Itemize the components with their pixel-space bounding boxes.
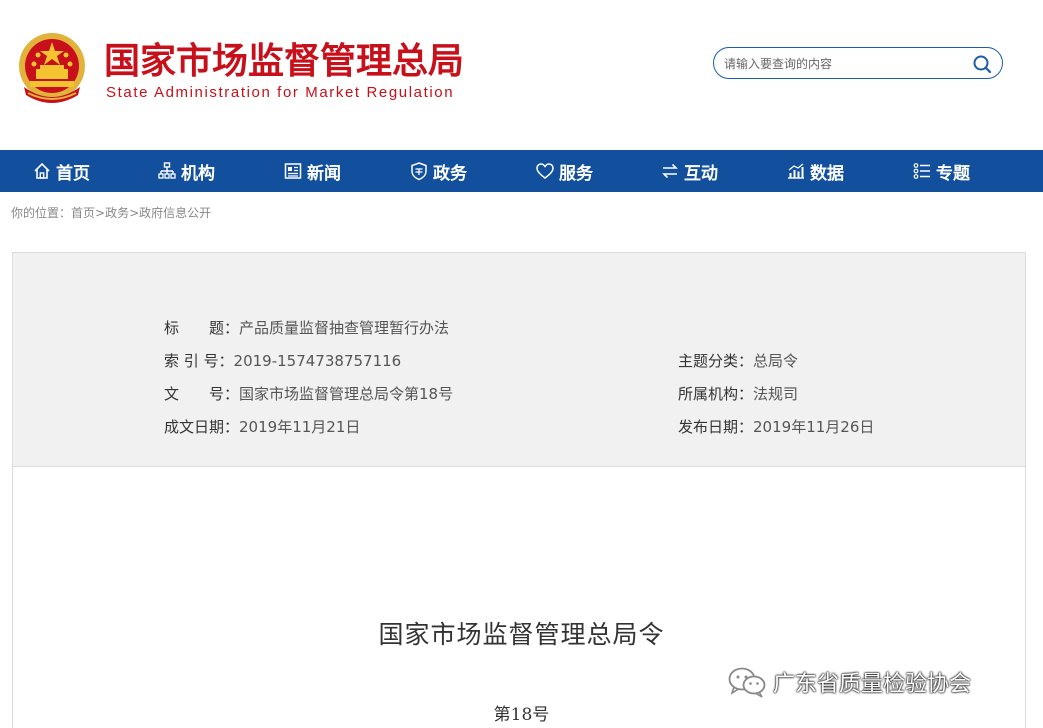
nav-label: 首页	[56, 163, 90, 184]
nav-item-government[interactable]: 政务	[409, 150, 467, 192]
meta-created-value: 2019年11月21日	[239, 418, 361, 436]
list-icon	[913, 163, 930, 179]
breadcrumb-item-info[interactable]: 政府信息公开	[139, 206, 211, 220]
watermark: 广东省质量检验协会	[727, 666, 971, 698]
meta-docno-value: 国家市场监督管理总局令第18号	[239, 385, 454, 403]
nav-item-topics[interactable]: 专题	[912, 150, 970, 192]
meta-topic-value: 总局令	[753, 352, 799, 370]
meta-topic: 主题分类：总局令	[678, 350, 798, 371]
meta-index-label: 索 引 号：	[164, 352, 234, 370]
document-heading: 国家市场监督管理总局令	[378, 620, 665, 649]
meta-title-label: 标 题：	[164, 319, 240, 337]
meta-published-label: 发布日期：	[678, 418, 754, 436]
nav-label: 机构	[181, 163, 215, 184]
nav-label: 政务	[433, 163, 467, 184]
meta-published: 发布日期：2019年11月26日	[678, 416, 874, 437]
breadcrumb-separator: >	[95, 206, 106, 220]
breadcrumb-item-government[interactable]: 政务	[105, 206, 129, 220]
meta-created: 成文日期：2019年11月21日	[164, 416, 360, 437]
meta-org-label: 所属机构：	[678, 385, 754, 403]
nav-item-interaction[interactable]: 互动	[660, 150, 718, 192]
meta-title-value: 产品质量监督抽查管理暂行办法	[239, 319, 450, 337]
site-header: 国家市场监督管理总局 State Administration for Mark…	[0, 0, 1043, 150]
meta-docno-label: 文 号：	[164, 385, 240, 403]
meta-index-value: 2019-1574738757116	[233, 352, 402, 370]
nav-item-news[interactable]: 新闻	[283, 150, 341, 192]
org-chart-icon	[158, 162, 176, 179]
wechat-icon	[728, 667, 766, 698]
home-icon	[34, 162, 50, 179]
nav-item-org[interactable]: 机构	[157, 150, 215, 192]
search-box	[713, 47, 1003, 79]
meta-title: 标 题：产品质量监督抽查管理暂行办法	[164, 317, 449, 338]
national-emblem-icon	[16, 31, 88, 105]
breadcrumb-prefix: 你的位置：	[11, 206, 72, 220]
nav-label: 数据	[810, 163, 844, 184]
nav-item-service[interactable]: 服务	[535, 150, 593, 192]
meta-topic-label: 主题分类：	[678, 352, 754, 370]
chart-icon	[788, 163, 804, 179]
main-nav: 首页 机构 新闻 政务 服务 互动 数据 专题	[0, 150, 1043, 192]
meta-created-label: 成文日期：	[164, 418, 240, 436]
nav-label: 专题	[936, 163, 970, 184]
meta-org-value: 法规司	[753, 385, 799, 403]
site-subtitle: State Administration for Market Regulati…	[106, 84, 455, 101]
search-input[interactable]	[724, 55, 964, 73]
search-icon	[973, 55, 992, 74]
watermark-text: 广东省质量检验协会	[773, 672, 972, 697]
meta-published-value: 2019年11月26日	[753, 418, 875, 436]
exchange-arrows-icon	[662, 163, 678, 179]
nav-item-data[interactable]: 数据	[786, 150, 844, 192]
nav-item-home[interactable]: 首页	[32, 150, 90, 192]
site-title: 国家市场监督管理总局	[104, 41, 465, 82]
document-number: 第18号	[493, 705, 550, 725]
breadcrumb-separator: >	[129, 206, 140, 220]
breadcrumb-item-home[interactable]: 首页	[71, 206, 95, 220]
nav-label: 服务	[559, 163, 593, 184]
meta-org: 所属机构：法规司	[678, 383, 798, 404]
heart-icon	[536, 163, 554, 179]
news-icon	[284, 163, 302, 179]
meta-docno: 文 号：国家市场监督管理总局令第18号	[164, 383, 453, 404]
meta-index: 索 引 号：2019-1574738757116	[164, 350, 401, 371]
breadcrumb: 你的位置：首页>政务>政府信息公开	[11, 204, 211, 221]
shield-icon	[411, 162, 427, 181]
nav-label: 互动	[684, 163, 718, 184]
search-button[interactable]	[972, 54, 992, 74]
nav-label: 新闻	[307, 163, 341, 184]
